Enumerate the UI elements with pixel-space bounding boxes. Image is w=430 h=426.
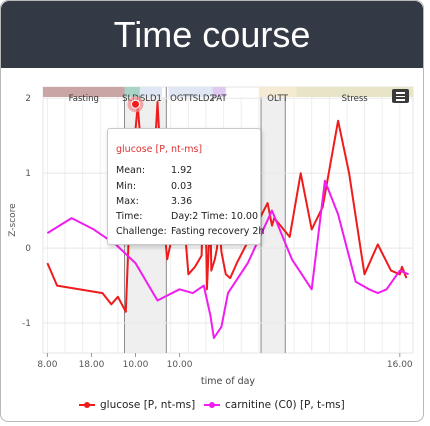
x-tick-label: 18.00 — [79, 360, 105, 370]
tooltip-row-mean: Mean: 1.92 — [116, 165, 193, 176]
legend-swatch-carnitine — [204, 400, 220, 410]
chart-menu-icon[interactable] — [392, 89, 409, 103]
x-tick-label: 10.00 — [123, 360, 149, 370]
chart-card: Time course FastingSLDrSLD1OGTTSLD2PATOL… — [0, 0, 424, 422]
tooltip-row-time: Time: Day:2 Time: 10.00 — [116, 211, 258, 222]
y-tick-label: 2 — [25, 94, 31, 104]
y-tick-label: 0 — [25, 244, 31, 254]
challenge-label-pat: PAT — [212, 94, 228, 104]
x-tick-label: 8.00 — [37, 360, 57, 370]
x-tick-label: 16.00 — [387, 360, 413, 370]
challenge-label-stress: Stress — [342, 94, 369, 104]
data-tooltip: glucose [P, nt-ms] Mean: 1.92 Min: 0.03 Ma… — [107, 128, 265, 245]
challenge-label-ogtt: OGTT — [170, 94, 194, 104]
x-tick-label: 10.00 — [167, 360, 193, 370]
legend-item-glucose[interactable]: glucose [P, nt-ms] — [79, 399, 195, 411]
legend-label-carnitine: carnitine (C0) [P, t-ms] — [225, 399, 345, 411]
x-axis-label: time of day — [201, 376, 256, 387]
challenge-label-oltt: OLTT — [267, 94, 288, 104]
tooltip-row-max: Max: 3.36 — [116, 196, 193, 207]
tooltip-title: glucose [P, nt-ms] — [116, 144, 203, 155]
y-tick-label: -1 — [22, 319, 31, 329]
legend-swatch-glucose — [79, 400, 95, 410]
legend-label-glucose: glucose [P, nt-ms] — [100, 399, 196, 411]
challenge-label-fasting: Fasting — [69, 94, 99, 104]
tooltip-row-min: Min: 0.03 — [116, 181, 193, 192]
chart-legend: glucose [P, nt-ms] carnitine (C0) [P, t-… — [1, 399, 423, 415]
y-axis-label: Z-score — [8, 203, 18, 237]
tooltip-row-challenge: Challenge: Fasting recovery 2h — [116, 226, 265, 237]
highlight-point — [131, 99, 140, 109]
legend-item-carnitine[interactable]: carnitine (C0) [P, t-ms] — [204, 399, 345, 411]
y-tick-label: 1 — [25, 169, 31, 179]
